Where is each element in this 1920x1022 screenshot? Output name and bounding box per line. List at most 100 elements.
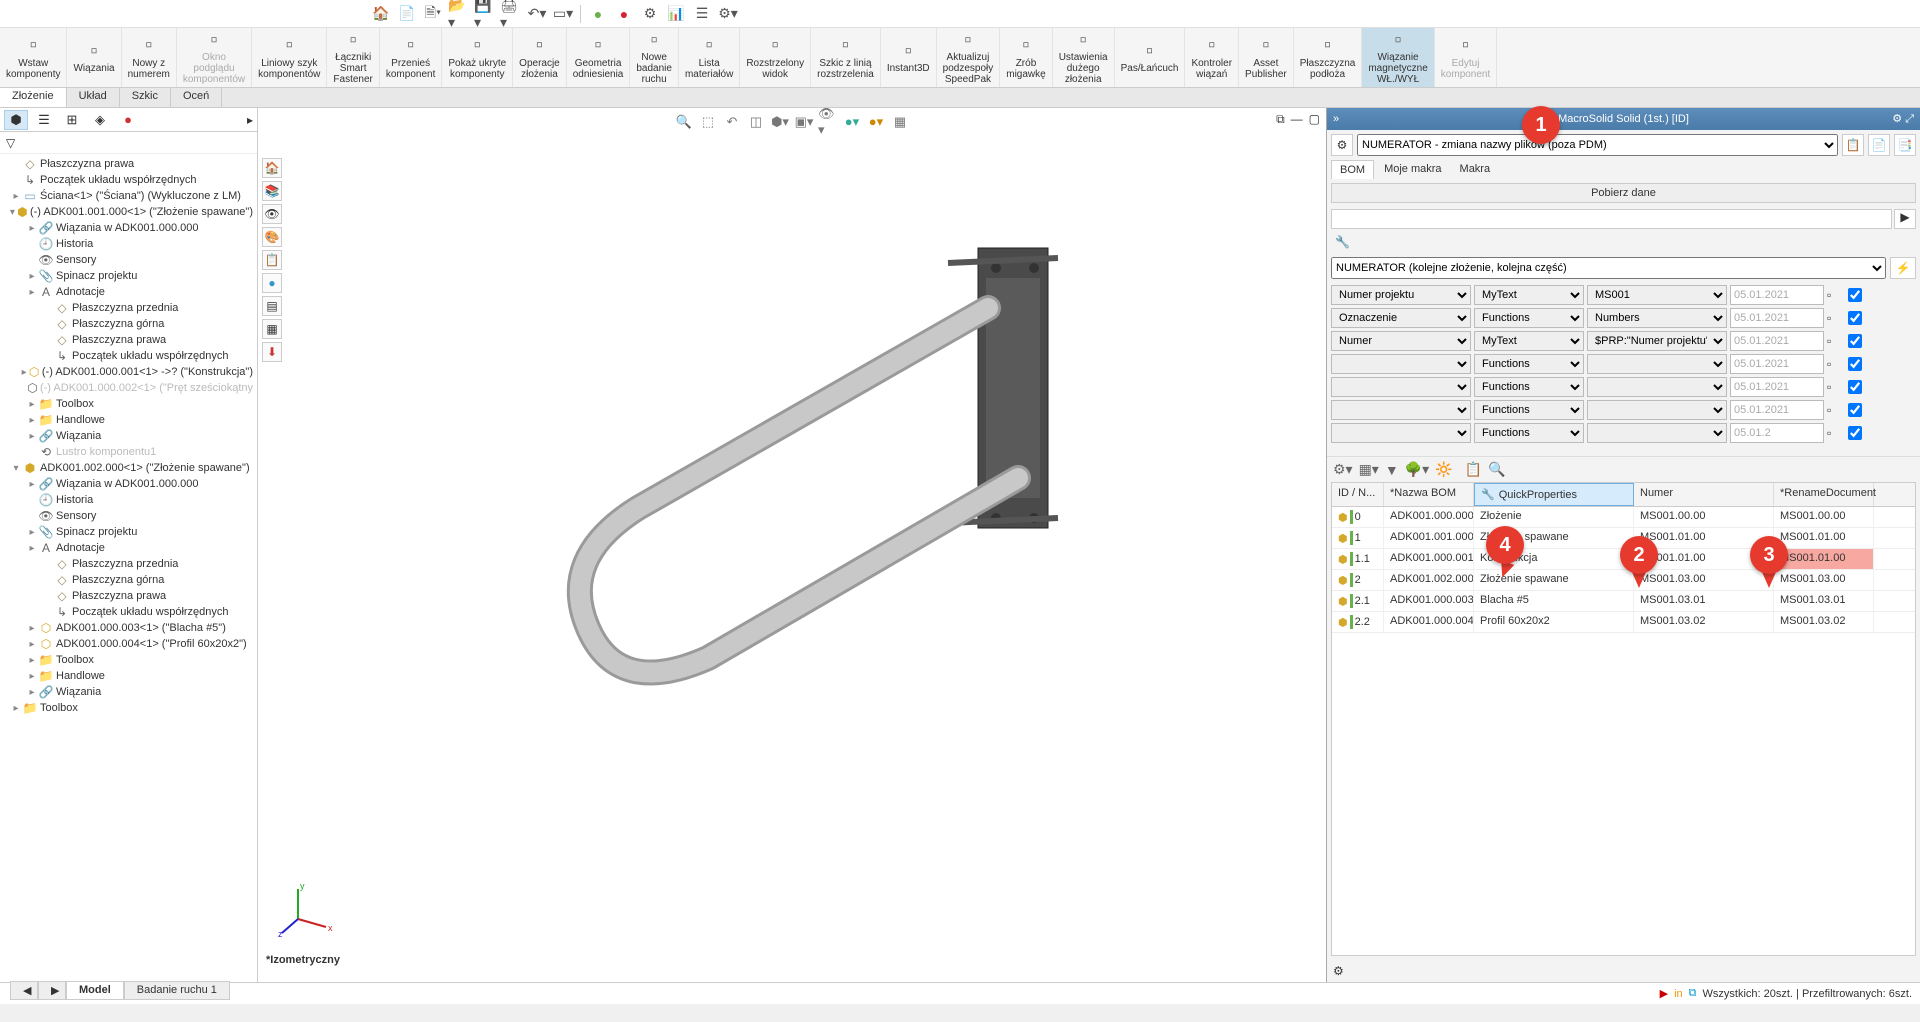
ribbon-instant3d[interactable]: ▫Instant3D: [881, 26, 937, 87]
tp-appear-icon[interactable]: 🎨: [262, 227, 282, 247]
tree-item[interactable]: ◇Płaszczyzna prawa: [0, 156, 257, 172]
search-input[interactable]: [1604, 7, 1746, 19]
render-icon[interactable]: ▦: [890, 112, 910, 132]
youtube-icon[interactable]: ▶: [1660, 987, 1668, 1000]
tool2-icon[interactable]: 📊: [665, 3, 687, 25]
tree-item[interactable]: ⟲Lustro komponentu1: [0, 444, 257, 460]
zoom-icon[interactable]: 🔍: [1488, 461, 1505, 478]
link-icon[interactable]: ▫: [1827, 357, 1845, 371]
vp-popout-icon[interactable]: ⧉: [1276, 112, 1285, 127]
gear2-icon[interactable]: ⚙▾: [1333, 461, 1353, 478]
bottom-tab-model[interactable]: Model: [66, 981, 124, 1000]
maximize-button[interactable]: ▢: [1866, 6, 1886, 20]
tree-item[interactable]: ▸🔗Wiązania: [0, 684, 257, 700]
graphics-viewport[interactable]: 🔍 ⬚ ↶ ◫ ⬢▾ ▣▾ 👁▾ ●▾ ●▾ ▦ ⧉ — ▢ 🏠 📚 👁 🎨 📋…: [258, 108, 1326, 982]
home-icon[interactable]: 🏠: [370, 3, 392, 25]
ribbon-p-aszczyzna[interactable]: ▫Płaszczyznapodłoża: [1294, 26, 1363, 87]
display-tab-icon[interactable]: ◈: [88, 110, 112, 130]
feature-tree-tab-icon[interactable]: ⬢: [4, 110, 28, 130]
tree-item[interactable]: ◇Płaszczyzna przednia: [0, 556, 257, 572]
select-icon[interactable]: ▭▾: [552, 3, 574, 25]
tree-item[interactable]: 👁Sensory: [0, 252, 257, 268]
tab-next-icon[interactable]: ▶: [38, 981, 66, 1000]
numerator-selector[interactable]: NUMERATOR - zmiana nazwy plików (poza PD…: [1357, 134, 1838, 156]
col-numer[interactable]: Numer: [1634, 483, 1774, 506]
collapse-icon[interactable]: »: [1333, 113, 1339, 125]
numerator-apply-icon[interactable]: ⚡: [1890, 257, 1916, 279]
tree-item[interactable]: ▸⬡ADK001.000.003<1> ("Blacha #5"): [0, 620, 257, 636]
open-icon[interactable]: 📂▾: [448, 3, 470, 25]
appearance-tab-icon[interactable]: ●: [116, 110, 140, 130]
ribbon-rozstrzelony[interactable]: ▫Rozstrzelonywidok: [740, 26, 811, 87]
tree-item[interactable]: ↳Początek układu współrzędnych: [0, 604, 257, 620]
panel-expand-icon[interactable]: ▸: [247, 113, 253, 127]
action3-icon[interactable]: 📑: [1894, 134, 1916, 156]
tree-item[interactable]: ◇Płaszczyzna przednia: [0, 300, 257, 316]
tool1-icon[interactable]: ⚙: [639, 3, 661, 25]
zoom-fit-icon[interactable]: 🔍: [674, 112, 694, 132]
search-go-icon[interactable]: ▶: [1894, 209, 1916, 229]
table-row[interactable]: ⬢2.1ADK001.000.003Blacha #5MS001.03.01MS…: [1332, 591, 1915, 612]
tree-item[interactable]: ↳Początek układu współrzędnych: [0, 348, 257, 364]
ribbon-szkic-z-lini-[interactable]: ▫Szkic z liniąrozstrzelenia: [811, 26, 881, 87]
ribbon-asset[interactable]: ▫AssetPublisher: [1239, 26, 1294, 87]
appearance-icon[interactable]: ●▾: [842, 112, 862, 132]
scene-icon[interactable]: ●▾: [866, 112, 886, 132]
ribbon-nowy-z[interactable]: ▫Nowy znumerem: [122, 26, 177, 87]
tp-lib-icon[interactable]: 📚: [262, 181, 282, 201]
menu-plik[interactable]: Plik: [123, 4, 158, 22]
tree-item[interactable]: 🕘Historia: [0, 492, 257, 508]
tree-item[interactable]: ▸🔗Wiązania: [0, 428, 257, 444]
ribbon-wi-zania[interactable]: ▫Wiązania: [67, 26, 121, 87]
link-icon[interactable]: ▫: [1827, 426, 1845, 440]
light-green-icon[interactable]: ●: [587, 3, 609, 25]
highlight-icon[interactable]: 🔆: [1435, 461, 1452, 478]
ribbon-wi-zanie[interactable]: ▫WiązaniemagnetyczneWŁ./WYŁ: [1362, 26, 1434, 87]
display-style-icon[interactable]: ▣▾: [794, 112, 814, 132]
tab-oceń[interactable]: Oceń: [171, 88, 222, 107]
tp-tab8-icon[interactable]: ▦: [262, 319, 282, 339]
doc-icon[interactable]: 📄: [396, 3, 418, 25]
link-icon[interactable]: ▫: [1827, 311, 1845, 325]
tv-icon[interactable]: ⧉: [1689, 987, 1697, 1000]
tree-item[interactable]: ▸📁Handlowe: [0, 668, 257, 684]
link-icon[interactable]: ▫: [1827, 334, 1845, 348]
pobierz-dane-button[interactable]: Pobierz dane: [1331, 183, 1916, 203]
ribbon-pas-a-cuch[interactable]: ▫Pas/Łańcuch: [1115, 26, 1186, 87]
prev-view-icon[interactable]: ↶: [722, 112, 742, 132]
save-icon[interactable]: 💾▾: [474, 3, 496, 25]
tree-item[interactable]: ▾⬢ADK001.002.000<1> ("Złożenie spawane"): [0, 460, 257, 476]
tree-item[interactable]: ◇Płaszczyzna górna: [0, 316, 257, 332]
ribbon-zr-b[interactable]: ▫Zróbmigawkę: [1000, 26, 1052, 87]
user-icon[interactable]: 👤: [1776, 6, 1796, 20]
col-rename[interactable]: *RenameDocument: [1774, 483, 1874, 506]
action2-icon[interactable]: 📄: [1868, 134, 1890, 156]
subtab-makra[interactable]: Makra: [1452, 160, 1499, 179]
tp-view-icon[interactable]: 👁: [262, 204, 282, 224]
section-icon[interactable]: ◫: [746, 112, 766, 132]
col-id[interactable]: ID / N...: [1332, 483, 1384, 506]
tree-item[interactable]: ▸📁Handlowe: [0, 412, 257, 428]
tree-item[interactable]: ▾⬢(-) ADK001.001.000<1> ("Złożenie spawa…: [0, 204, 257, 220]
tab-układ[interactable]: Układ: [67, 88, 120, 107]
tree-item[interactable]: 👁Sensory: [0, 508, 257, 524]
tab-złożenie[interactable]: Złożenie: [0, 88, 67, 107]
link-icon[interactable]: ▫: [1827, 288, 1845, 302]
menu-widok[interactable]: Widok: [214, 4, 263, 22]
filter-icon[interactable]: ▼: [1385, 462, 1399, 478]
ribbon-aktualizuj[interactable]: ▫AktualizujpodzespołySpeedPak: [937, 26, 1001, 87]
table-row[interactable]: ⬢2ADK001.002.000Złożenie spawaneMS001.03…: [1332, 570, 1915, 591]
gear-icon[interactable]: ⚙: [1331, 134, 1353, 156]
ribbon-lista[interactable]: ▫Listamateriałów: [679, 26, 740, 87]
col-nazwa[interactable]: *Nazwa BOM: [1384, 483, 1474, 506]
in-icon[interactable]: in: [1674, 988, 1683, 1000]
tree-item[interactable]: ▸📁Toolbox: [0, 652, 257, 668]
panel-settings-icon[interactable]: ⚙ ⤢: [1892, 112, 1914, 126]
tree-item[interactable]: ◇Płaszczyzna prawa: [0, 588, 257, 604]
tree-item[interactable]: ▸📁Toolbox: [0, 396, 257, 412]
tree-item[interactable]: 🕘Historia: [0, 236, 257, 252]
tp-prop-icon[interactable]: 📋: [262, 250, 282, 270]
action1-icon[interactable]: 📋: [1842, 134, 1864, 156]
command-search[interactable]: ▸_ 🔍 ▾: [1586, 3, 1766, 23]
ribbon-przenie-[interactable]: ▫Przenieśkomponent: [380, 26, 442, 87]
